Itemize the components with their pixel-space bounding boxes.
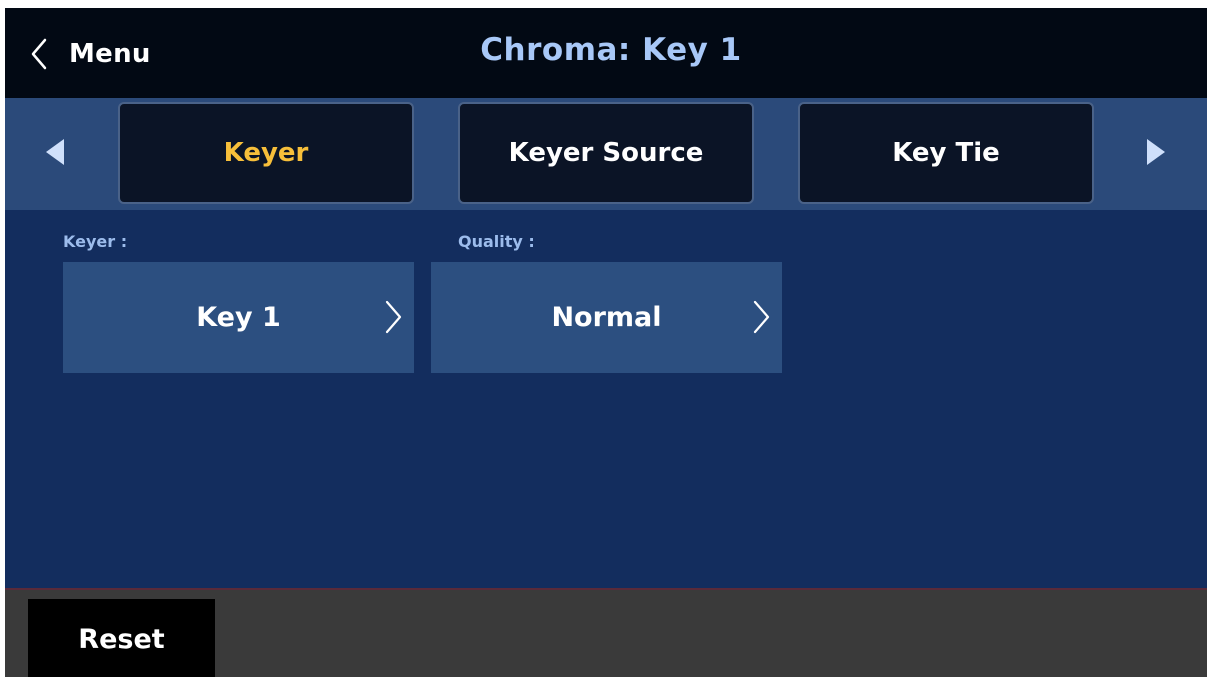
tab-label: Keyer [223, 138, 309, 168]
prev-tabs-button[interactable] [35, 134, 75, 174]
screen: Menu Chroma: Key 1 Keyer Keyer Source Ke… [5, 8, 1207, 677]
quality-select[interactable]: Normal [431, 262, 782, 373]
reset-button[interactable]: Reset [28, 599, 215, 677]
tab-label: Key Tie [892, 138, 1000, 168]
tab-bar: Keyer Keyer Source Key Tie [5, 98, 1207, 210]
chevron-right-icon [382, 299, 404, 335]
arrow-left-icon [44, 137, 66, 171]
next-tabs-button[interactable] [1136, 134, 1176, 174]
tab-key-tie[interactable]: Key Tie [798, 102, 1094, 204]
keyer-select[interactable]: Key 1 [63, 262, 414, 373]
reset-label: Reset [78, 623, 165, 655]
quality-field-label: Quality : [458, 232, 535, 251]
tab-label: Keyer Source [508, 138, 704, 168]
tab-keyer[interactable]: Keyer [118, 102, 414, 204]
keyer-field-label: Keyer : [63, 232, 128, 251]
footer-bar: Reset [5, 588, 1207, 677]
chevron-right-icon [750, 299, 772, 335]
arrow-right-icon [1145, 137, 1167, 171]
tab-keyer-source[interactable]: Keyer Source [458, 102, 754, 204]
keyer-value: Key 1 [196, 302, 281, 333]
header-bar: Menu Chroma: Key 1 [5, 8, 1207, 98]
quality-value: Normal [551, 302, 662, 333]
page-title: Chroma: Key 1 [480, 32, 742, 68]
